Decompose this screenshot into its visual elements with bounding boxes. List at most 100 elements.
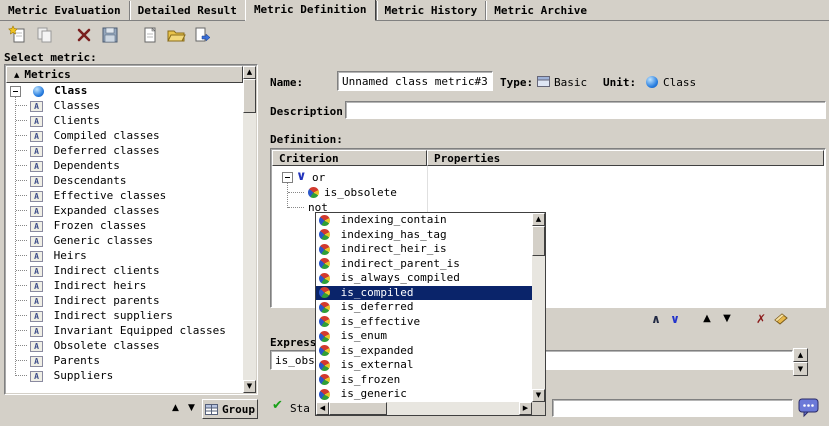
tab[interactable]: Detailed Result <box>129 1 245 20</box>
expression-scroll-down-icon[interactable]: ▼ <box>793 362 808 376</box>
metrics-column-header[interactable]: ▲ Metrics <box>6 66 243 83</box>
tree-item-label: Obsolete classes <box>54 339 160 352</box>
criterion-option[interactable]: is_deferred <box>316 300 532 315</box>
tree-item[interactable]: A Indirect suppliers <box>6 308 243 323</box>
tree-scrollbar[interactable]: ▲ ▼ <box>243 66 256 393</box>
tree-item-label: Effective classes <box>54 189 167 202</box>
criterion-option[interactable]: indexing_has_tag <box>316 228 532 243</box>
tab[interactable]: Metric History <box>376 1 486 20</box>
copy-metric-icon[interactable] <box>31 23 57 47</box>
criterion-icon <box>308 187 319 198</box>
dropdown-horizontal-scrollbar[interactable]: ◀ ▶ <box>316 402 532 415</box>
definition-row-or[interactable]: ∨ or <box>272 170 824 185</box>
tree-item[interactable]: A Deferred classes <box>6 143 243 158</box>
criterion-option[interactable]: indirect_heir_is <box>316 242 532 257</box>
reorder-down-button[interactable]: ▼ <box>184 401 199 416</box>
collapse-icon[interactable] <box>10 86 21 97</box>
tab[interactable]: Metric Archive <box>485 1 595 20</box>
move-criterion-up-icon[interactable]: ▲ <box>698 311 716 327</box>
scroll-up-icon[interactable]: ▲ <box>532 213 545 226</box>
dropdown-hscrollbar-thumb[interactable] <box>329 402 387 415</box>
criterion-label: indexing_contain <box>341 213 447 226</box>
criterion-option[interactable]: is_always_compiled <box>316 271 532 286</box>
metric-icon: A <box>30 326 43 337</box>
status-detail-input[interactable] <box>552 399 793 417</box>
tree-scrollbar-thumb[interactable] <box>243 79 256 113</box>
or-criterion-icon[interactable]: ∨ <box>666 311 684 327</box>
tab[interactable]: Metric Definition <box>245 0 376 21</box>
definition-row-is-obsolete[interactable]: is_obsolete <box>272 185 824 200</box>
collapse-icon[interactable] <box>282 172 293 183</box>
tree-item[interactable]: A Suppliers <box>6 368 243 383</box>
metric-icon: A <box>30 146 43 157</box>
scroll-down-icon[interactable]: ▼ <box>243 380 256 393</box>
criterion-option[interactable]: is_compiled <box>316 286 532 301</box>
description-input[interactable] <box>345 101 826 119</box>
tree-item[interactable]: A Heirs <box>6 248 243 263</box>
criterion-column-header[interactable]: Criterion <box>272 150 427 166</box>
group-button[interactable]: Group <box>202 399 258 419</box>
tree-item[interactable]: A Compiled classes <box>6 128 243 143</box>
scroll-up-icon[interactable]: ▲ <box>243 66 256 79</box>
criterion-option[interactable]: is_frozen <box>316 373 532 388</box>
new-metric-icon[interactable] <box>5 23 31 47</box>
import-metric-icon[interactable] <box>137 23 163 47</box>
tree-item[interactable]: A Indirect heirs <box>6 278 243 293</box>
criterion-option[interactable]: is_effective <box>316 315 532 330</box>
comment-button[interactable] <box>798 398 820 421</box>
scroll-right-icon[interactable]: ▶ <box>519 402 532 415</box>
scroll-down-icon[interactable]: ▼ <box>532 389 545 402</box>
save-metric-icon[interactable] <box>97 23 123 47</box>
tree-item[interactable]: A Parents <box>6 353 243 368</box>
criterion-option[interactable]: is_expanded <box>316 344 532 359</box>
reorder-up-button[interactable]: ▲ <box>168 401 183 416</box>
criterion-label: is_enum <box>341 329 387 342</box>
scrollbar-corner <box>532 402 545 415</box>
tree-item[interactable]: A Dependents <box>6 158 243 173</box>
criterion-icon <box>319 374 330 385</box>
criterion-icon <box>319 345 330 356</box>
criterion-label: is_compiled <box>341 286 414 299</box>
tree-item[interactable]: A Obsolete classes <box>6 338 243 353</box>
tree-item[interactable]: A Clients <box>6 113 243 128</box>
tree-item-label: Indirect heirs <box>54 279 147 292</box>
tree-item[interactable]: A Indirect parents <box>6 293 243 308</box>
dropdown-vertical-scrollbar[interactable]: ▲ ▼ <box>532 213 545 402</box>
tree-item[interactable]: A Descendants <box>6 173 243 188</box>
and-criterion-icon[interactable]: ∧ <box>647 311 665 327</box>
tree-root-class[interactable]: Class <box>6 83 243 98</box>
erase-criterion-icon[interactable] <box>772 311 790 327</box>
properties-column-header[interactable]: Properties <box>427 150 824 166</box>
tree-item[interactable]: A Frozen classes <box>6 218 243 233</box>
tree-item-label: Compiled classes <box>54 129 160 142</box>
criterion-option[interactable]: indirect_parent_is <box>316 257 532 272</box>
criterion-option[interactable]: is_enum <box>316 329 532 344</box>
expression-scroll-up-icon[interactable]: ▲ <box>793 348 808 362</box>
tree-item[interactable]: A Indirect clients <box>6 263 243 278</box>
criterion-option[interactable]: is_generic <box>316 387 532 402</box>
open-metric-icon[interactable] <box>163 23 189 47</box>
scroll-left-icon[interactable]: ◀ <box>316 402 329 415</box>
dropdown-scrollbar-thumb[interactable] <box>532 226 545 256</box>
status-label: Sta <box>290 402 310 415</box>
tab[interactable]: Metric Evaluation <box>0 1 129 20</box>
metric-icon: A <box>30 191 43 202</box>
tree-item[interactable]: A Expanded classes <box>6 203 243 218</box>
tree-item[interactable]: A Classes <box>6 98 243 113</box>
criterion-icon <box>319 302 330 313</box>
criterion-label: is_always_compiled <box>341 271 460 284</box>
move-criterion-down-icon[interactable]: ▼ <box>718 311 736 327</box>
name-input[interactable] <box>337 71 493 91</box>
criterion-option[interactable]: is_external <box>316 358 532 373</box>
tree-item-label: Frozen classes <box>54 219 147 232</box>
tree-item[interactable]: A Generic classes <box>6 233 243 248</box>
metric-icon: A <box>30 221 43 232</box>
tree-item[interactable]: A Effective classes <box>6 188 243 203</box>
tree-item-label: Deferred classes <box>54 144 160 157</box>
tree-item[interactable]: A Invariant Equipped classes <box>6 323 243 338</box>
delete-criterion-icon[interactable]: ✗ <box>752 311 770 327</box>
criterion-option[interactable]: indexing_contain <box>316 213 532 228</box>
delete-metric-icon[interactable] <box>71 23 97 47</box>
metric-tree-panel: ▲ Metrics ▲ ▼ Class A Classes <box>4 64 258 395</box>
export-metric-icon[interactable] <box>189 23 215 47</box>
